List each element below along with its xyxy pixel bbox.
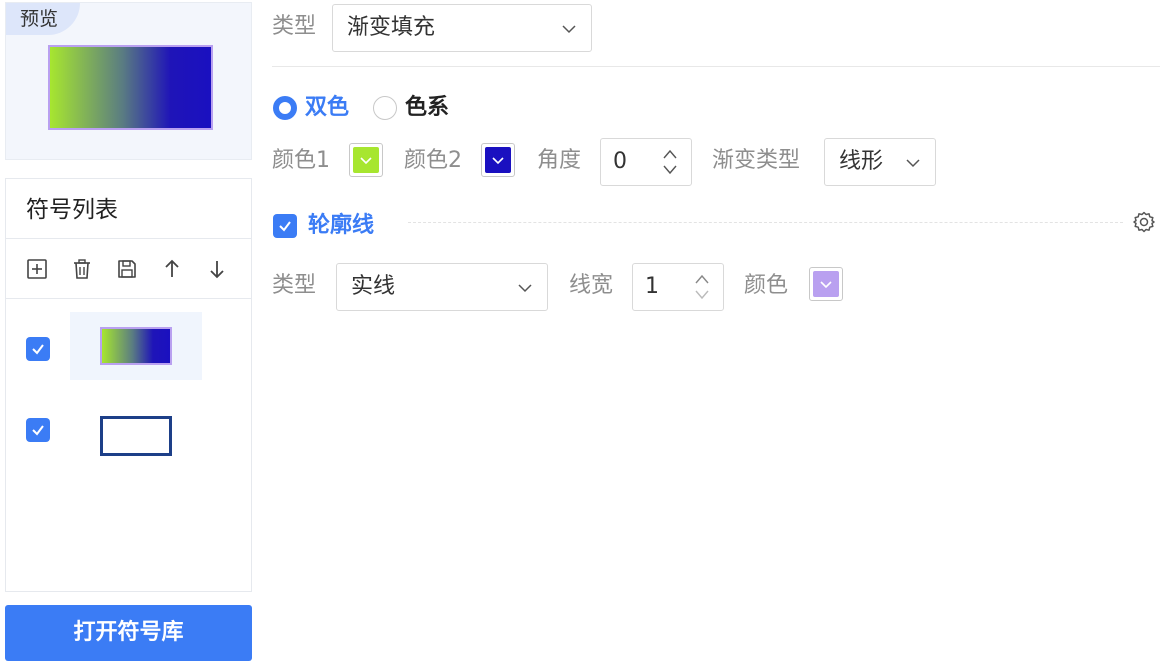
divider: [272, 66, 1160, 67]
add-symbol-button[interactable]: [26, 254, 71, 284]
delete-icon: [74, 258, 90, 279]
preview-panel: 预览: [5, 2, 252, 160]
fill-type-label: 类型: [272, 14, 317, 39]
arrow-up-icon: [165, 259, 179, 277]
fill-type-value: 渐变填充: [347, 15, 436, 40]
chevron-down-icon[interactable]: [693, 288, 711, 302]
chevron-up-icon[interactable]: [661, 147, 679, 161]
check-icon: [279, 221, 291, 232]
outline-color-swatch: [813, 271, 839, 297]
symbol-thumbnail-outline[interactable]: [70, 402, 202, 470]
angle-label: 角度: [537, 148, 582, 173]
save-symbol-button[interactable]: [116, 254, 161, 284]
outline-label[interactable]: 轮廓线: [308, 211, 374, 241]
open-symbol-library-button[interactable]: 打开符号库: [5, 605, 252, 661]
color1-picker[interactable]: [349, 143, 383, 177]
chevron-down-icon: [820, 281, 832, 289]
check-icon: [32, 344, 44, 355]
chevron-down-icon[interactable]: [661, 163, 679, 177]
radio-color-series[interactable]: [373, 96, 397, 120]
outline-color-label: 颜色: [744, 273, 789, 298]
outline-color-picker[interactable]: [809, 267, 843, 301]
outline-type-value: 实线: [351, 274, 396, 299]
gear-icon[interactable]: [1132, 210, 1156, 234]
outline-rect-symbol: [100, 416, 172, 456]
gradient-fill-symbol: [100, 327, 172, 365]
move-up-button[interactable]: [161, 254, 206, 284]
list-item[interactable]: [6, 312, 251, 390]
check-icon: [32, 425, 44, 436]
chevron-down-icon: [562, 25, 576, 34]
chevron-down-icon: [492, 157, 504, 165]
section-divider: [408, 222, 1123, 223]
gradient-type-select[interactable]: 线形: [824, 138, 936, 186]
radio-two-color-label[interactable]: 双色: [305, 93, 349, 123]
symbol-list-panel: 符号列表: [5, 178, 252, 592]
outline-width-label: 线宽: [569, 273, 614, 298]
arrow-down-icon: [210, 260, 224, 278]
outline-type-label: 类型: [272, 273, 317, 298]
save-icon: [118, 259, 136, 278]
chevron-down-icon: [906, 159, 920, 168]
symbol-visible-checkbox[interactable]: [26, 337, 50, 361]
color1-label: 颜色1: [272, 148, 330, 173]
list-item[interactable]: [6, 390, 251, 468]
gradient-type-value: 线形: [839, 149, 884, 174]
angle-input[interactable]: 0: [600, 138, 692, 186]
delete-symbol-button[interactable]: [71, 254, 116, 284]
preview-swatch: [48, 45, 213, 130]
preview-tag: 预览: [6, 3, 81, 35]
color2-picker[interactable]: [481, 143, 515, 177]
color1-swatch: [353, 147, 379, 173]
gradient-type-label: 渐变类型: [712, 148, 801, 173]
move-down-button[interactable]: [206, 254, 251, 284]
symbol-list-title: 符号列表: [6, 179, 251, 239]
fill-type-select[interactable]: 渐变填充: [332, 4, 592, 52]
symbol-list: [6, 312, 251, 468]
chevron-down-icon: [360, 157, 372, 165]
angle-value: 0: [613, 149, 627, 174]
color2-label: 颜色2: [404, 148, 462, 173]
color2-swatch: [485, 147, 511, 173]
chevron-down-icon: [518, 284, 532, 293]
outline-checkbox[interactable]: [273, 214, 297, 238]
symbol-visible-checkbox[interactable]: [26, 418, 50, 442]
chevron-up-icon[interactable]: [693, 272, 711, 286]
outline-width-value: 1: [645, 274, 659, 299]
symbol-thumbnail-gradient[interactable]: [70, 312, 202, 380]
radio-two-color[interactable]: [273, 96, 297, 120]
add-icon: [27, 258, 47, 279]
outline-width-input[interactable]: 1: [632, 263, 724, 311]
outline-type-select[interactable]: 实线: [336, 263, 548, 311]
symbol-list-toolbar: [6, 239, 251, 299]
radio-color-series-label[interactable]: 色系: [405, 93, 449, 123]
